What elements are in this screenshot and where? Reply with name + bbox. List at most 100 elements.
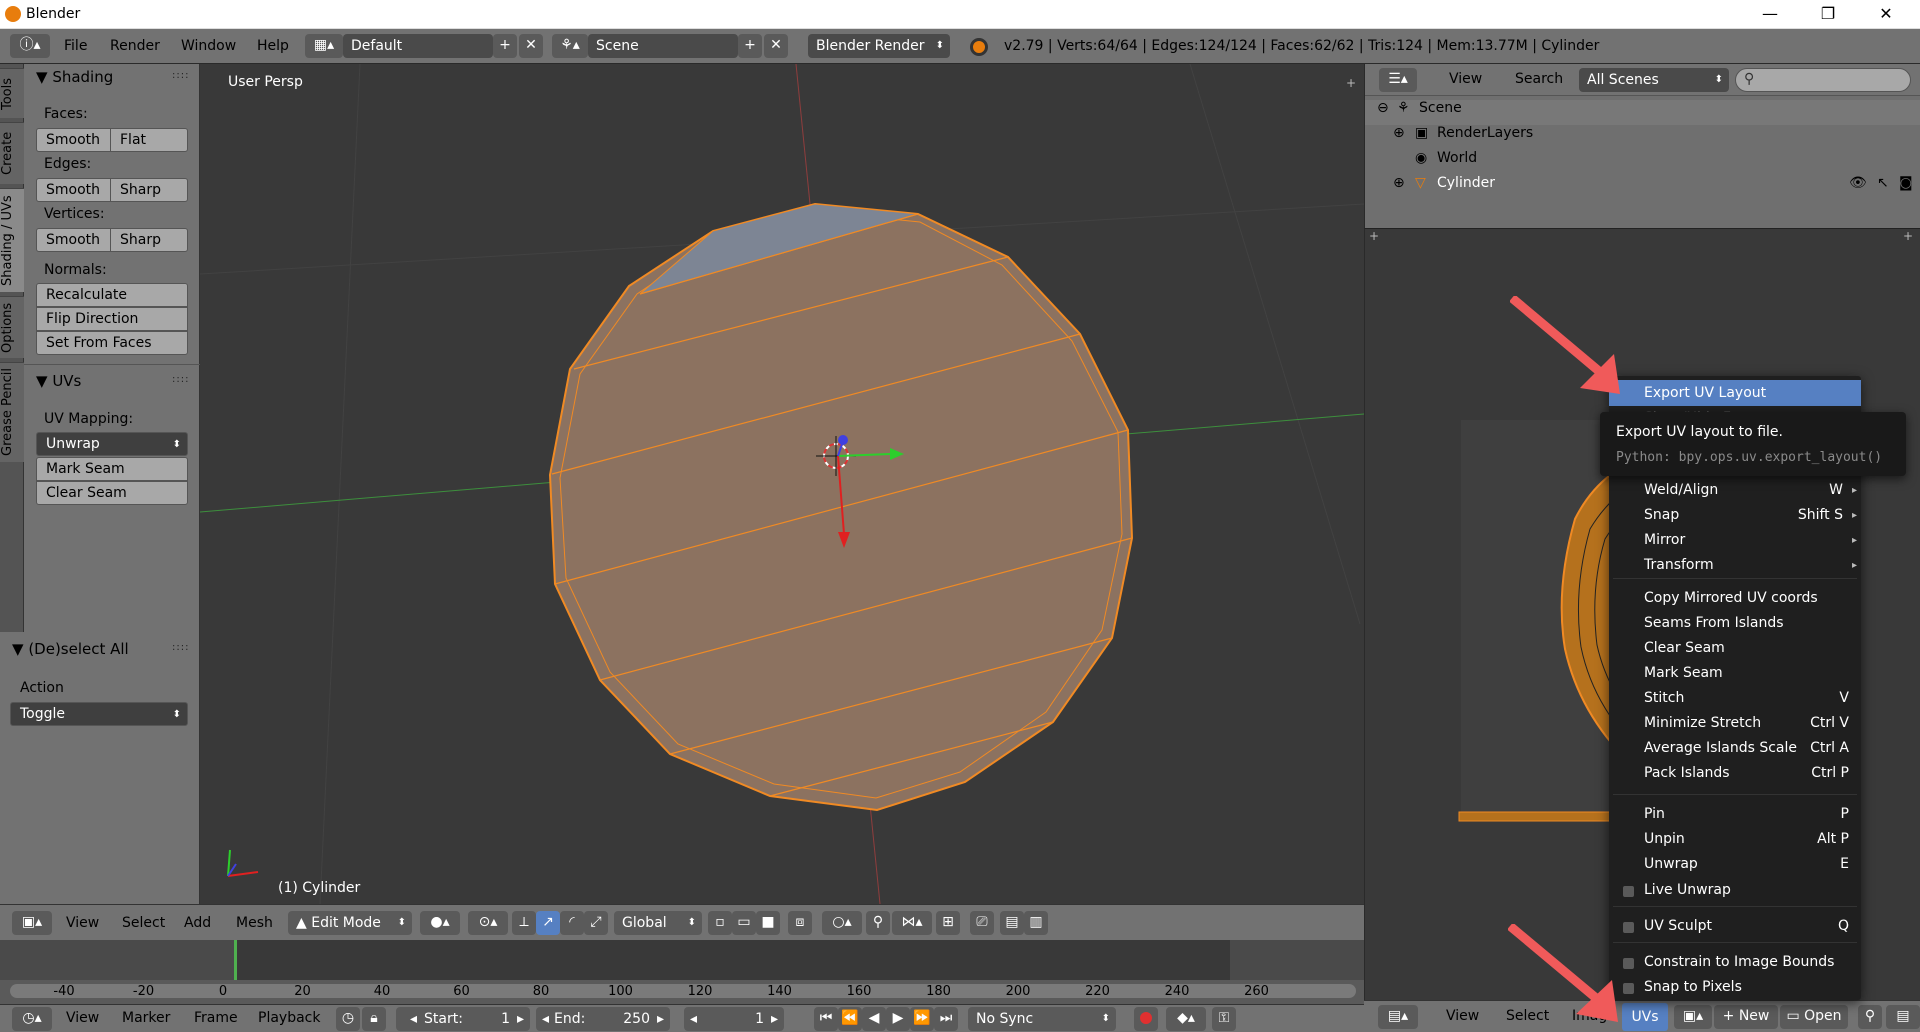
editor-type-timeline-icon[interactable]: ◷▴ — [12, 1007, 52, 1031]
image-display-icon[interactable]: ▤ — [1886, 1005, 1920, 1029]
menu-select[interactable]: Select — [122, 915, 165, 931]
render-animation-icon[interactable]: ▥ — [1024, 911, 1048, 935]
play-reverse-icon[interactable]: ◀ — [862, 1007, 886, 1031]
menu-item[interactable]: Stitch V — [1609, 686, 1861, 711]
editor-type-3d-icon[interactable]: ▣▴ — [12, 911, 52, 935]
snap-target-icon[interactable]: ⊞ — [936, 911, 960, 935]
image-browse-icon[interactable]: ▣▴ — [1674, 1005, 1712, 1029]
proportional-edit-icon[interactable]: ○▴ — [822, 911, 862, 935]
close-button[interactable]: ✕ — [1864, 2, 1908, 26]
tab-tools[interactable]: Tools — [0, 68, 24, 118]
timeline[interactable]: -40 -20 0 20 40 60 80 100 120 140 160 180 200 220 240 2… — [0, 940, 1364, 1004]
menu-uvs[interactable]: UVs — [1622, 1003, 1668, 1031]
snap-element-icon[interactable]: ⋈▴ — [892, 911, 932, 935]
scene-icon[interactable]: ⚘▴ — [552, 34, 588, 58]
mark-seam-button[interactable]: Mark Seam — [36, 457, 188, 481]
properties-toggle-icon[interactable]: + — [1346, 76, 1356, 90]
restore-button[interactable]: ❐ — [1806, 2, 1850, 26]
preview-range-icon[interactable]: ◷ — [336, 1007, 360, 1031]
jump-keyframe-forward-icon[interactable]: ⏩ — [910, 1007, 934, 1031]
edge-select-icon[interactable]: ▭ — [732, 911, 756, 935]
constrain-image-bounds-item[interactable]: Constrain to Image Bounds — [1609, 950, 1861, 975]
display-mode-select[interactable]: All Scenes ⬍ — [1579, 68, 1729, 92]
sync-mode-select[interactable]: No Sync ⬍ — [968, 1007, 1116, 1031]
menu-item[interactable]: Pack Islands Ctrl P — [1609, 761, 1861, 786]
outliner-item-cylinder[interactable]: ⊕ ▽ Cylinder 👁︎ ↖ ◙ — [1365, 175, 1920, 200]
jump-start-icon[interactable]: ⏮ — [814, 1007, 838, 1031]
clear-seam-button[interactable]: Clear Seam — [36, 481, 188, 505]
flip-direction-button[interactable]: Flip Direction — [36, 307, 188, 331]
menu-playback[interactable]: Playback — [258, 1010, 320, 1026]
edges-sharp-button[interactable]: Sharp — [110, 178, 188, 202]
menu-frame[interactable]: Frame — [194, 1010, 238, 1026]
menu-item[interactable]: ▸ Snap Shift S — [1609, 503, 1861, 528]
face-select-icon[interactable]: ■ — [756, 911, 780, 935]
shading-panel-header[interactable]: ▼ Shading — [36, 68, 113, 86]
screen-layout-icon[interactable]: ▦▴ — [305, 34, 343, 58]
outliner-item-scene[interactable]: ⊖ ⚘ Scene — [1365, 100, 1920, 125]
tab-options[interactable]: Options — [0, 296, 24, 358]
viewport-shading-icon[interactable]: ●▴ — [420, 911, 460, 935]
editor-type-outliner-icon[interactable]: ☰▴ — [1379, 68, 1417, 92]
transform-orientation-select[interactable]: Global ⬍ — [614, 911, 702, 935]
editor-type-info-icon[interactable]: ⓘ▴ — [10, 34, 50, 58]
live-unwrap-item[interactable]: Live Unwrap — [1609, 878, 1861, 903]
unwrap-menu[interactable]: Unwrap ⬍ — [36, 432, 188, 456]
operator-panel-header[interactable]: ▼ (De)select All — [12, 640, 129, 658]
menu-item[interactable]: Copy Mirrored UV coords — [1609, 586, 1861, 611]
menu-view[interactable]: View — [1449, 71, 1482, 87]
menu-item[interactable]: Pin P — [1609, 802, 1861, 827]
menu-window[interactable]: Window — [181, 38, 236, 54]
set-from-faces-button[interactable]: Set From Faces — [36, 331, 188, 355]
menu-item[interactable]: ▸ Mirror — [1609, 528, 1861, 553]
manipulator-toggle-icon[interactable]: ⟂ — [512, 911, 536, 935]
translate-manipulator-icon[interactable]: ↗ — [536, 911, 560, 935]
menu-item[interactable]: Average Islands Scale Ctrl A — [1609, 736, 1861, 761]
lock-range-icon[interactable]: 🔒︎ — [362, 1007, 386, 1031]
menu-search[interactable]: Search — [1515, 71, 1563, 87]
uvs-panel-header[interactable]: ▼ UVs — [36, 372, 81, 390]
minimize-button[interactable]: — — [1748, 2, 1792, 26]
vertices-sharp-button[interactable]: Sharp — [110, 228, 188, 252]
render-engine-select[interactable]: Blender Render ⬍ — [808, 34, 950, 58]
scene-field[interactable]: Scene — [588, 34, 738, 58]
outliner-search-input[interactable]: ⚲ — [1735, 68, 1911, 92]
recalculate-normals-button[interactable]: Recalculate — [36, 283, 188, 307]
new-image-button[interactable]: + New — [1714, 1005, 1778, 1029]
menu-item[interactable]: Unpin Alt P — [1609, 827, 1861, 852]
jump-end-icon[interactable]: ⏭ — [934, 1007, 958, 1031]
export-uv-layout-item[interactable]: Export UV Layout — [1609, 380, 1861, 406]
keyframe-insert-icon[interactable]: ⚿ — [1212, 1007, 1236, 1031]
panel-grip-icon[interactable]: :::: — [172, 375, 188, 385]
edges-smooth-button[interactable]: Smooth — [36, 178, 111, 202]
play-icon[interactable]: ▶ — [886, 1007, 910, 1031]
menu-help[interactable]: Help — [257, 38, 289, 54]
menu-item[interactable]: Unwrap E — [1609, 852, 1861, 877]
tool-region-toggle-icon[interactable]: + — [1369, 229, 1379, 243]
open-image-button[interactable]: ▭ Open — [1780, 1005, 1848, 1029]
render-still-icon[interactable]: ▤ — [1000, 911, 1024, 935]
scale-manipulator-icon[interactable]: ⤢ — [584, 911, 608, 935]
start-frame-field[interactable]: ◂ Start: 1 ▸ — [396, 1007, 530, 1031]
vertices-smooth-button[interactable]: Smooth — [36, 228, 111, 252]
keying-set-icon[interactable]: ◆▴ — [1166, 1007, 1206, 1031]
tab-create[interactable]: Create — [0, 122, 24, 184]
record-icon[interactable] — [1134, 1007, 1158, 1031]
current-frame-field[interactable]: ◂ 1 ▸ — [684, 1007, 784, 1031]
menu-item[interactable]: Mark Seam — [1609, 661, 1861, 686]
remove-scene-icon[interactable]: ✕ — [764, 34, 788, 58]
menu-item[interactable]: ▸ Weld/Align W — [1609, 478, 1861, 503]
live-unwrap-checkbox[interactable] — [1623, 886, 1634, 897]
menu-view[interactable]: View — [1446, 1008, 1479, 1024]
add-screen-icon[interactable]: + — [493, 34, 517, 58]
menu-add[interactable]: Add — [184, 915, 211, 931]
pivot-point-icon[interactable]: ⊙▴ — [468, 911, 508, 935]
screen-layout-field[interactable]: Default — [343, 34, 493, 58]
current-frame-indicator[interactable] — [234, 940, 237, 982]
menu-item[interactable]: Minimize Stretch Ctrl V — [1609, 711, 1861, 736]
menu-marker[interactable]: Marker — [122, 1010, 170, 1026]
faces-smooth-button[interactable]: Smooth — [36, 128, 111, 152]
end-frame-field[interactable]: ◂ End: 250 ▸ — [536, 1007, 670, 1031]
menu-view[interactable]: View — [66, 915, 99, 931]
menu-item[interactable]: Seams From Islands — [1609, 611, 1861, 636]
